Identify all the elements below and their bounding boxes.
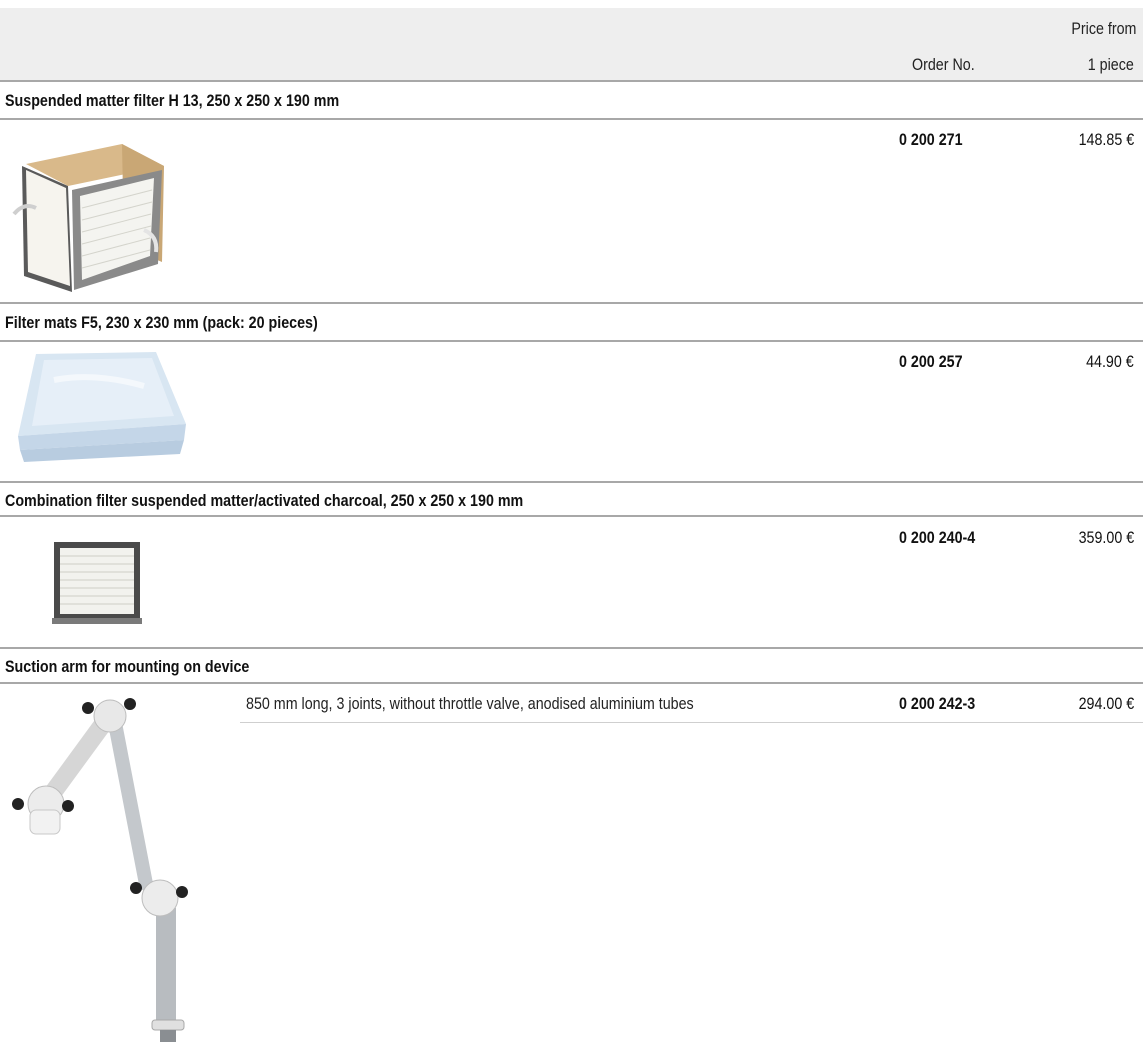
product-title: Suspended matter filter H 13, 250 x 250 … — [5, 91, 340, 110]
order-number: 0 200 271 — [899, 130, 963, 149]
order-number: 0 200 242-3 — [899, 694, 976, 713]
price: 148.85 € — [1078, 130, 1134, 149]
order-number: 0 200 257 — [899, 352, 963, 371]
order-no-header: Order No. — [912, 55, 975, 74]
section-divider — [0, 682, 1143, 684]
filter-mat-stack-image — [18, 352, 186, 462]
section-divider — [0, 118, 1143, 120]
product-title: Combination filter suspended matter/acti… — [5, 491, 524, 510]
section-divider — [0, 481, 1143, 483]
order-number: 0 200 240-4 — [899, 528, 976, 547]
hepa-filter-box-image — [12, 144, 164, 292]
product-title: Filter mats F5, 230 x 230 mm (pack: 20 p… — [5, 313, 318, 332]
price: 294.00 € — [1078, 694, 1134, 713]
suction-arm-image — [12, 698, 188, 1042]
price: 44.90 € — [1086, 352, 1134, 371]
price-header-line1: Price from — [1070, 19, 1136, 38]
section-divider — [0, 302, 1143, 304]
product-title: Suction arm for mounting on device — [5, 657, 250, 676]
section-divider — [0, 515, 1143, 517]
row-divider — [240, 722, 1143, 723]
header-divider — [0, 80, 1143, 82]
price: 359.00 € — [1078, 528, 1134, 547]
section-divider — [0, 340, 1143, 342]
combination-filter-image — [52, 542, 142, 624]
section-divider — [0, 647, 1143, 649]
product-description: 850 mm long, 3 joints, without throttle … — [246, 694, 694, 713]
price-header-line2: 1 piece — [1087, 55, 1134, 74]
